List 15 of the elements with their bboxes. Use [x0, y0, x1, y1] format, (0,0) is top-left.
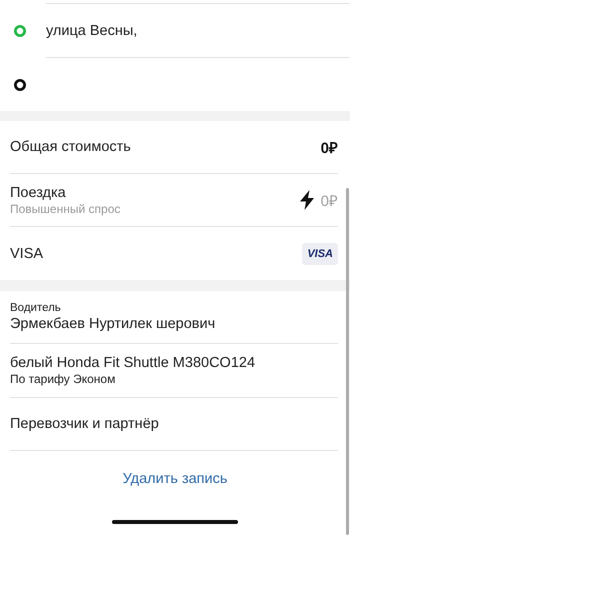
driver-caption: Водитель: [10, 301, 61, 315]
ride-label: Поездка: [10, 184, 66, 202]
tariff-note: По тарифу Эконом: [10, 372, 116, 387]
total-cost-amount: 0₽: [320, 139, 338, 157]
payment-method-label: VISA: [10, 244, 44, 262]
carrier-partner-link[interactable]: Перевозчик и партнёр: [10, 415, 159, 433]
driver-name: Эрмекбаев Нуртилек шерович: [10, 315, 216, 333]
car-description: белый Honda Fit Shuttle M380CO124: [10, 354, 256, 372]
delete-record-button[interactable]: Удалить запись: [114, 466, 236, 492]
lightning-icon: [300, 190, 314, 210]
route-address: улица Весны,: [46, 22, 138, 38]
ride-amount: 0₽: [320, 192, 338, 210]
card-brand-badge: VISA: [302, 242, 338, 264]
surge-note: Повышенный спрос: [10, 202, 120, 216]
total-cost-label: Общая стоимость: [10, 138, 131, 156]
